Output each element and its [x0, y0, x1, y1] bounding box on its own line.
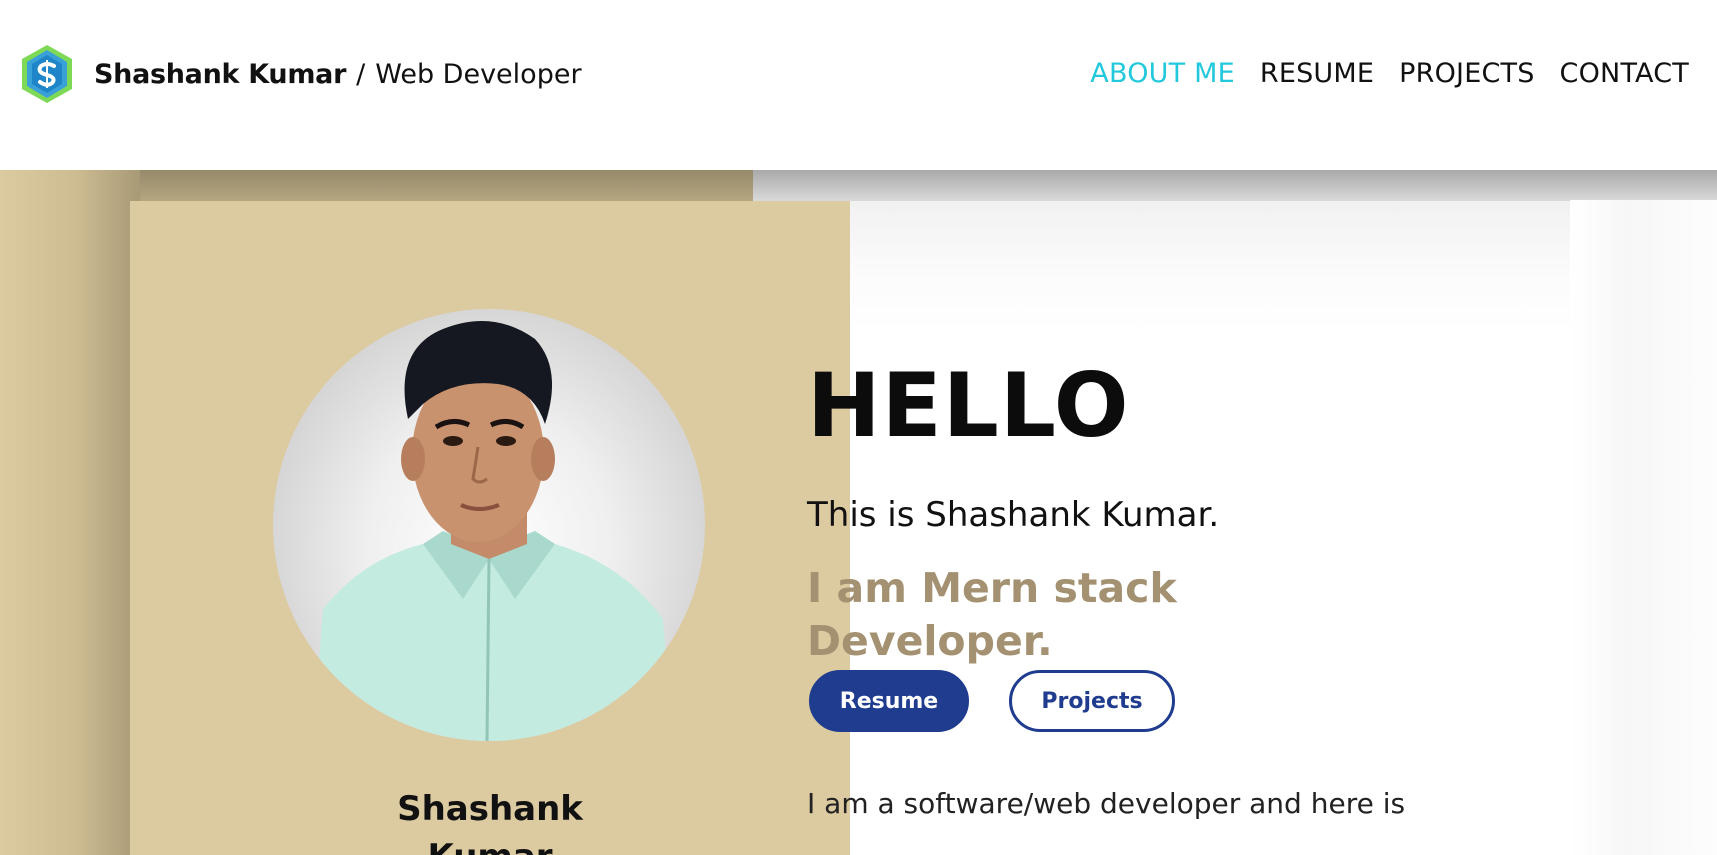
main-nav: ABOUT ME RESUME PROJECTS CONTACT: [1090, 58, 1689, 89]
nav-link-resume[interactable]: RESUME: [1260, 58, 1374, 89]
brand-name: Shashank Kumar: [94, 58, 347, 90]
hexagon-s-logo-icon: [22, 45, 72, 103]
site-header: Shashank Kumar / Web Developer ABOUT ME …: [0, 0, 1717, 170]
projects-button[interactable]: Projects: [1009, 670, 1175, 732]
profile-photo: [273, 309, 705, 741]
hero-role: I am Mern stack Developer.: [807, 564, 1177, 665]
hero-greeting: HELLO: [807, 354, 1130, 457]
profile-name-last: Kumar: [130, 833, 850, 855]
hero-background-edge: [1570, 200, 1717, 855]
resume-button[interactable]: Resume: [809, 670, 969, 732]
hero-background-shadow: [0, 170, 140, 855]
profile-card-left: Shashank Kumar: [130, 201, 850, 855]
nav-link-about-me[interactable]: ABOUT ME: [1090, 58, 1235, 89]
hero-intro: This is Shashank Kumar.: [807, 495, 1220, 535]
profile-photo-image: [313, 321, 673, 741]
brand-separator: /: [356, 58, 366, 90]
about-text: I am a software/web developer and here i…: [807, 787, 1406, 820]
brand[interactable]: Shashank Kumar / Web Developer: [20, 44, 582, 104]
nav-link-projects[interactable]: PROJECTS: [1399, 58, 1534, 89]
profile-name: Shashank Kumar: [130, 785, 850, 855]
profile-name-first: Shashank: [397, 789, 583, 829]
nav-link-contact[interactable]: CONTACT: [1560, 58, 1689, 89]
brand-role: Web Developer: [375, 58, 582, 90]
hero-section: Shashank Kumar HELLO This is Shashank Ku…: [0, 170, 1717, 855]
